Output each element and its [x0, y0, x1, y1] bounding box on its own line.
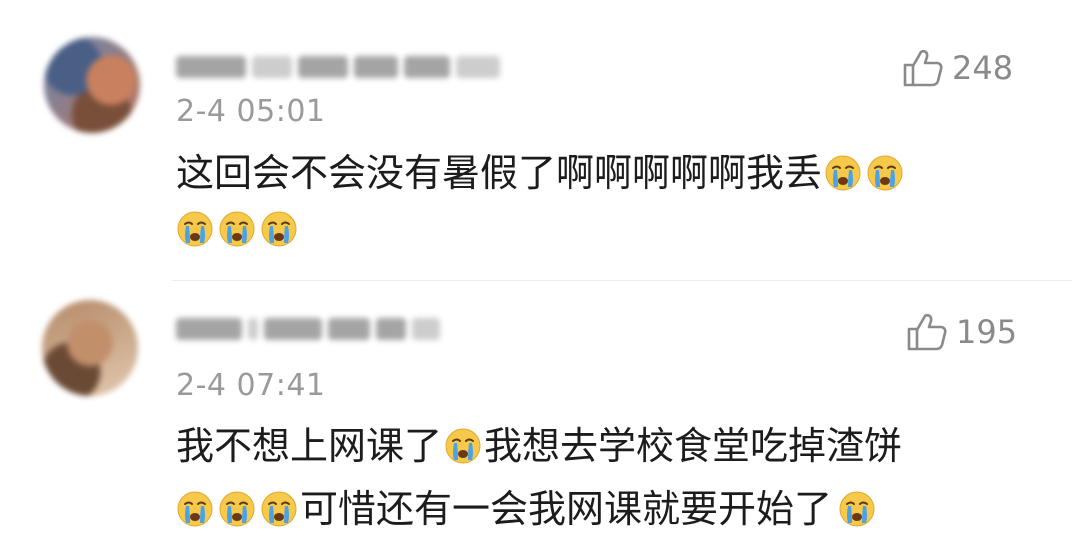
like-count: 248	[952, 49, 1014, 87]
like-button[interactable]: 195	[906, 312, 1017, 352]
username-blurred[interactable]	[176, 50, 518, 84]
comment-text-line: 我不想上网课了 我想去学校食堂吃掉渣饼	[176, 424, 902, 468]
comment-text-line: 可惜还有一会我网课就要开始了	[176, 487, 878, 531]
crying-face-emoji	[838, 490, 876, 528]
crying-face-emoji	[218, 490, 256, 528]
crying-face-emoji	[260, 210, 298, 248]
crying-face-emoji	[176, 490, 214, 528]
comment-text: 我不想上网课了	[176, 424, 443, 468]
like-count: 195	[956, 313, 1018, 351]
comment-text-line: 这回会不会没有暑假了啊啊啊啊啊我丢	[176, 151, 906, 195]
crying-face-emoji	[444, 427, 482, 465]
crying-face-emoji	[824, 154, 862, 192]
avatar[interactable]	[44, 37, 140, 133]
crying-face-emoji	[176, 210, 214, 248]
comment-text: 我想去学校食堂吃掉渣饼	[484, 424, 903, 468]
comment-item: 2-4 05:01 248 这回会不会没有暑假了啊啊啊啊啊我丢	[0, 0, 1072, 281]
comment-text: 可惜还有一会我网课就要开始了	[300, 487, 833, 531]
comment-timestamp: 2-4 07:41	[176, 368, 326, 403]
thumbs-up-icon	[902, 48, 944, 88]
comment-text: 这回会不会没有暑假了啊啊啊啊啊我丢	[176, 151, 823, 195]
comment-timestamp: 2-4 05:01	[176, 94, 326, 129]
crying-face-emoji	[866, 154, 904, 192]
thumbs-up-icon	[906, 312, 948, 352]
like-button[interactable]: 248	[902, 48, 1013, 88]
comment-text-line	[176, 210, 300, 248]
crying-face-emoji	[218, 210, 256, 248]
avatar[interactable]	[42, 300, 138, 396]
username-blurred[interactable]	[176, 312, 442, 346]
crying-face-emoji	[260, 490, 298, 528]
